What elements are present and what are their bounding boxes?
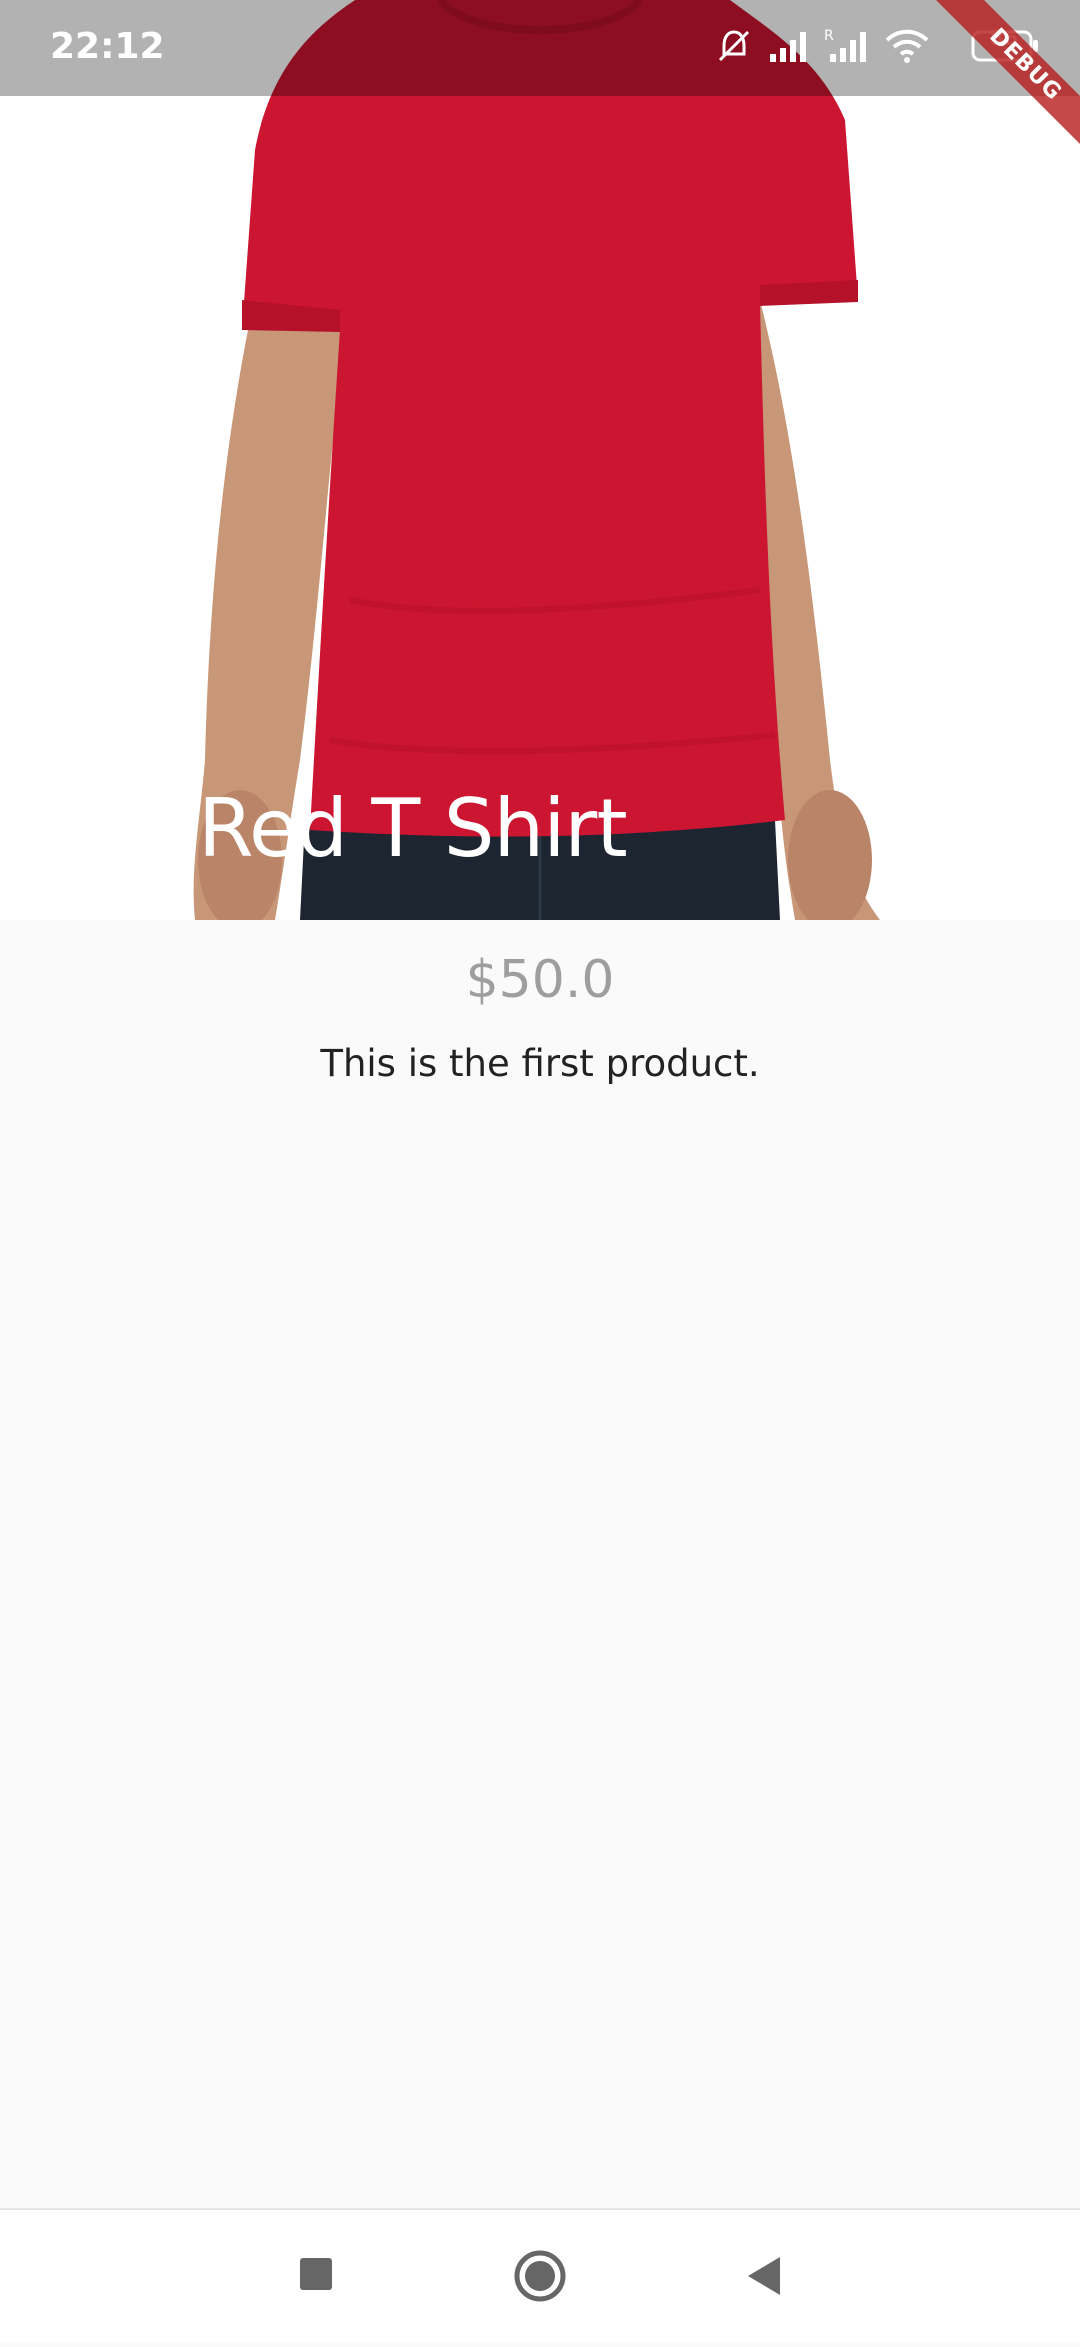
status-time: 22:12 bbox=[50, 26, 165, 67]
home-button[interactable] bbox=[480, 2210, 600, 2342]
recents-button[interactable] bbox=[256, 2210, 376, 2342]
product-price: $50.0 bbox=[465, 950, 615, 1010]
product-description: This is the first product. bbox=[320, 1042, 760, 1085]
product-title: Red T Shirt bbox=[198, 782, 628, 875]
bell-off-icon bbox=[714, 26, 754, 71]
product-image: Red T Shirt bbox=[0, 0, 1080, 920]
svg-text:R: R bbox=[824, 28, 834, 44]
roaming-signal-icon: R bbox=[824, 26, 870, 71]
recents-square-icon bbox=[300, 2258, 332, 2290]
back-triangle-icon bbox=[748, 2257, 780, 2295]
wifi-icon bbox=[884, 26, 930, 71]
signal-icon bbox=[768, 26, 810, 71]
navigation-bar bbox=[0, 2208, 1080, 2342]
back-button[interactable] bbox=[704, 2210, 824, 2342]
home-circle-icon bbox=[514, 2250, 566, 2302]
status-bar: 22:12 R bbox=[0, 0, 1080, 96]
